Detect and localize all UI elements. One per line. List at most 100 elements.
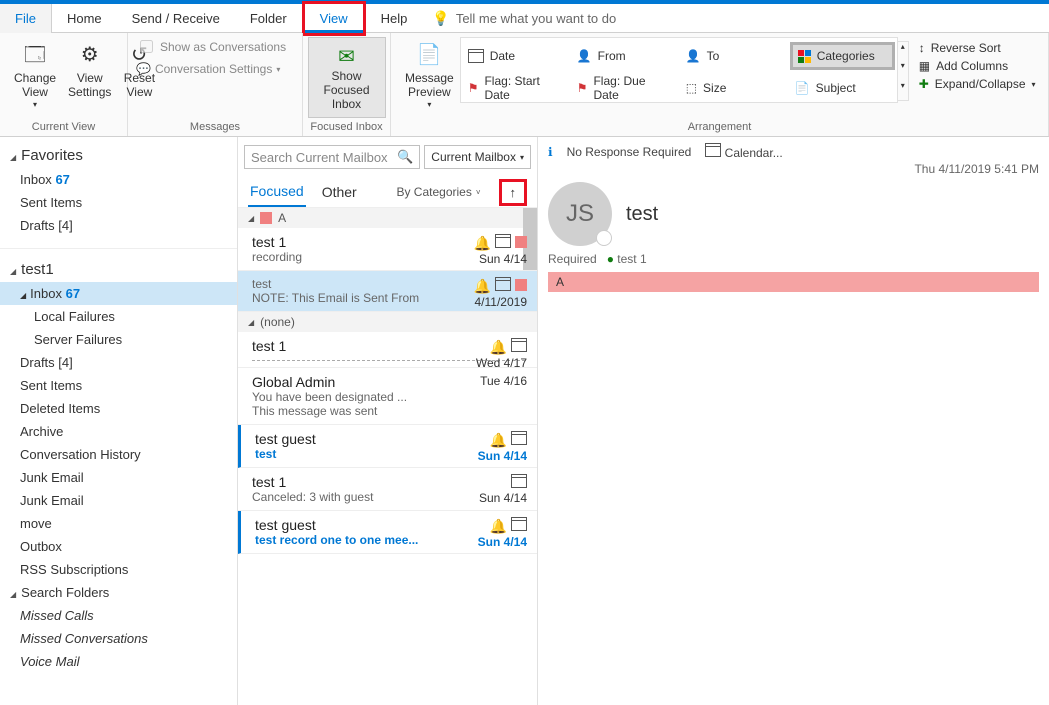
expand-collapse-icon: ✚ [919,77,929,91]
change-view-button[interactable]: 🗔 Change View▾ [8,37,62,111]
tab-other[interactable]: Other [320,178,359,206]
search-input[interactable]: Search Current Mailbox 🔍 [244,145,420,169]
add-columns-button[interactable]: ▦Add Columns [919,59,1036,73]
search-scope-dropdown[interactable]: Current Mailbox ▾ [424,145,531,169]
arrange-date[interactable]: Date [463,42,568,70]
reverse-sort-button[interactable]: ↕Reverse Sort [919,41,1036,55]
highlight-view-tab: View [302,1,366,36]
view-settings-button[interactable]: ⚙ View Settings [62,37,117,102]
flag-icon: ⚑ [468,81,479,95]
arrange-from[interactable]: 👤From [572,42,677,70]
menu-folder[interactable]: Folder [235,4,302,33]
folder-item[interactable]: Junk Email [0,489,237,512]
conversation-settings-dropdown: 💬 Conversation Settings ▾ [136,62,286,76]
no-response-label: No Response Required [567,145,692,159]
group-messages: Messages [136,118,294,136]
ribbon: 🗔 Change View▾ ⚙ View Settings ↺ Reset V… [0,33,1049,137]
folder-item[interactable]: Missed Conversations [0,627,237,650]
group-arrangement: Arrangement [399,118,1040,136]
folder-item[interactable]: Conversation History [0,443,237,466]
change-view-icon: 🗔 [19,39,51,71]
show-as-conversations-checkbox: Show as Conversations [136,37,286,56]
sort-by-dropdown[interactable]: By Categories ˅ [396,185,480,199]
category-header[interactable]: (none) [238,312,537,332]
folder-item[interactable]: Server Failures [0,328,237,351]
expand-collapse-button[interactable]: ✚Expand/Collapse▾ [919,77,1036,91]
message-preview-button[interactable]: 📄 Message Preview▾ [399,37,460,111]
folder-item[interactable]: move [0,512,237,535]
folder-item[interactable]: Sent Items [0,191,237,214]
from-icon: 👤 [577,49,592,63]
size-icon: ⬚ [686,81,697,95]
menu-home[interactable]: Home [52,4,117,33]
folder-item[interactable]: RSS Subscriptions [0,558,237,581]
tell-me-search[interactable]: 💡 Tell me what you want to do [422,10,626,27]
favorites-header[interactable]: Favorites [0,143,237,168]
focused-inbox-icon: ✉ [338,44,355,69]
message-subject: test [626,203,658,226]
gallery-up[interactable]: ▴ [898,42,908,61]
accepted-icon: ● [607,252,614,266]
folder-item[interactable]: Archive [0,420,237,443]
menu-file[interactable]: File [0,4,52,33]
folder-item[interactable]: ◢Inbox 67 [0,282,237,305]
presence-indicator [596,230,612,246]
message-item[interactable]: test 1recording🔔 Sun 4/14 [238,228,537,271]
folder-item[interactable]: Drafts [4] [0,351,237,374]
message-item[interactable]: test 1Canceled: 3 with guest Sun 4/14 [238,468,537,511]
arrange-to[interactable]: 👤To [681,42,786,70]
folder-item[interactable]: Missed Calls [0,604,237,627]
arrangement-gallery[interactable]: Date 👤From 👤To Categories ⚑Flag: Start D… [460,37,898,103]
to-icon: 👤 [686,49,701,63]
message-list-pane: Search Current Mailbox 🔍 Current Mailbox… [238,137,538,705]
search-icon: 🔍 [397,149,413,165]
message-item[interactable]: testNOTE: This Email is Sent From🔔 4/11/… [238,271,537,312]
folder-item[interactable]: Deleted Items [0,397,237,420]
folder-item[interactable]: Inbox 67 [0,168,237,191]
folder-item[interactable]: Junk Email [0,466,237,489]
sender-avatar: JS [548,182,612,246]
reading-pane: ℹ No Response Required Calendar... Thu 4… [538,137,1049,705]
tab-focused[interactable]: Focused [248,177,306,207]
arrange-flag-due[interactable]: ⚑Flag: Due Date [572,74,677,102]
gallery-more[interactable]: ▾ [898,81,908,100]
folder-item[interactable]: Drafts [4] [0,214,237,237]
subject-icon: 📄 [795,81,810,95]
menu-help[interactable]: Help [366,4,423,33]
group-current-view: Current View [8,118,119,136]
sort-direction-button[interactable]: ↑ [499,179,528,206]
message-item[interactable]: test guesttest🔔 Sun 4/14 [238,425,537,468]
open-calendar-button[interactable]: Calendar... [705,143,782,160]
gallery-down[interactable]: ▾ [898,61,908,80]
menu-sendreceive[interactable]: Send / Receive [117,4,235,33]
message-date: Thu 4/11/2019 5:41 PM [548,162,1039,176]
required-label: Required [548,252,597,266]
attendee-name: test 1 [617,252,646,266]
message-item[interactable]: Global AdminYou have been designated ...… [238,368,537,425]
arrange-flag-start[interactable]: ⚑Flag: Start Date [463,74,568,102]
lightbulb-icon: 💡 [432,10,449,27]
folder-item[interactable]: Outbox [0,535,237,558]
folder-pane: Favorites Inbox 67Sent ItemsDrafts [4] t… [0,137,238,705]
arrange-size[interactable]: ⬚Size [681,74,786,102]
calendar-icon [468,49,484,63]
categories-icon [798,50,811,63]
message-preview-icon: 📄 [413,39,445,71]
group-focused-inbox: Focused Inbox [307,118,386,136]
folder-item[interactable]: Sent Items [0,374,237,397]
show-focused-inbox-button[interactable]: ✉ Show Focused Inbox [308,37,386,118]
reverse-sort-icon: ↕ [919,41,925,55]
no-response-icon: ℹ [548,145,553,159]
folder-item[interactable]: Voice Mail [0,650,237,673]
menu-bar: File Home Send / Receive Folder View Hel… [0,4,1049,33]
arrange-subject[interactable]: 📄Subject [790,74,895,102]
message-item[interactable]: test 1🔔 Wed 4/17 [238,332,537,368]
arrange-categories[interactable]: Categories [790,42,895,70]
category-bar[interactable]: A [548,272,1039,292]
menu-view[interactable]: View [305,4,363,33]
account-header[interactable]: test1 [0,257,237,282]
category-header[interactable]: A [238,208,537,228]
message-item[interactable]: test guesttest record one to one mee...🔔… [238,511,537,554]
folder-item[interactable]: Local Failures [0,305,237,328]
search-folders-header[interactable]: Search Folders [0,581,237,604]
